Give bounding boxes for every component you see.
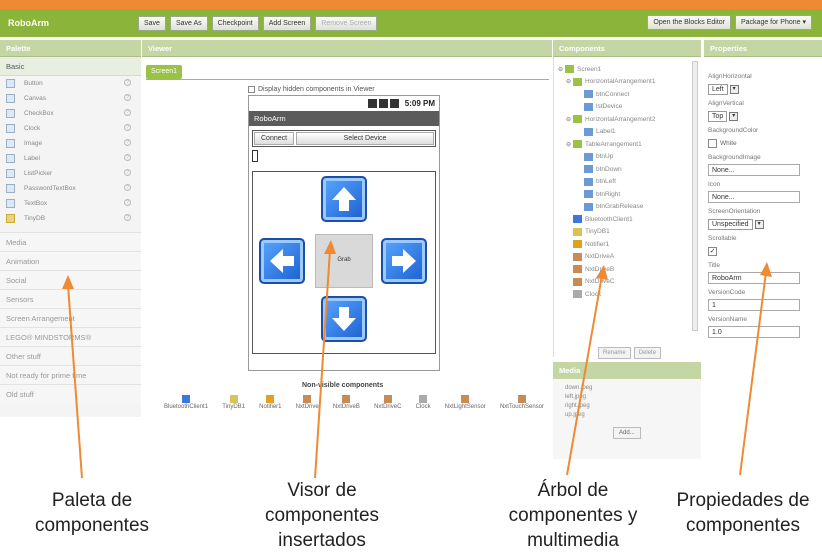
annotation-palette: Paleta de componentes <box>34 490 150 536</box>
annotation-arrows <box>62 240 772 479</box>
annotation-tree: Árbol de componentes y multimedia <box>508 480 638 551</box>
annotation-viewer: Visor de componentes insertados <box>264 480 380 551</box>
annotation-properties: Propiedades de componentes <box>676 490 810 536</box>
